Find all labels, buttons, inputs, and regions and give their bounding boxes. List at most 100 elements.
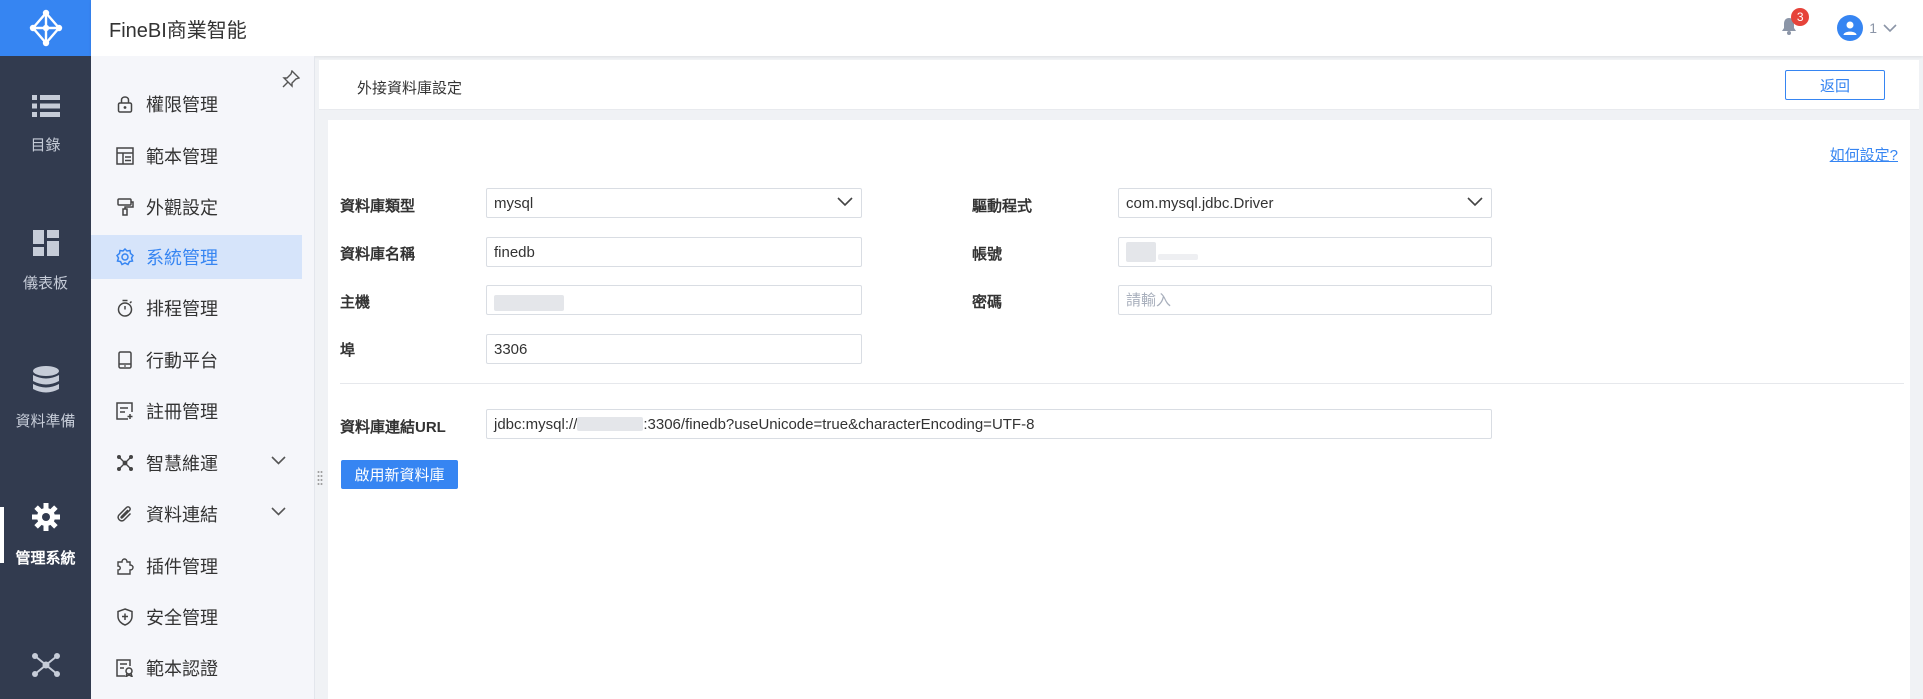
password-field[interactable] <box>1118 285 1492 315</box>
rail-item-label: 儀表板 <box>22 274 68 292</box>
sidebar-item-permissions[interactable]: 權限管理 <box>91 82 302 126</box>
sidebar-item-label: 安全管理 <box>146 608 218 628</box>
sidebar-item-label: 權限管理 <box>146 95 218 115</box>
redacted-value <box>1158 254 1198 260</box>
password-input[interactable] <box>1126 286 1491 314</box>
port-field[interactable] <box>486 334 862 364</box>
rail-item-label: 資料準備 <box>15 412 76 430</box>
left-rail: 目錄 儀表板 資料準備 管理系統 <box>0 0 91 699</box>
account-field[interactable] <box>1118 237 1492 267</box>
sidebar-item-security[interactable]: 安全管理 <box>91 595 302 639</box>
certify-icon <box>116 659 134 677</box>
chevron-down-icon[interactable] <box>271 507 286 516</box>
secondary-sidebar: 權限管理 範本管理 外觀設定 系統管理 排程管理 行動平台 註冊管理 智慧維運 … <box>91 56 315 699</box>
back-button[interactable]: 返回 <box>1785 70 1885 100</box>
db-name-input[interactable] <box>494 238 861 266</box>
account-label: 帳號 <box>972 246 1003 263</box>
port-label: 埠 <box>340 342 356 359</box>
notification-button[interactable]: 3 <box>1781 7 1810 40</box>
header-actions: 3 1 <box>1781 0 1897 56</box>
app-logo[interactable] <box>0 0 91 56</box>
sidebar-item-label: 範本認證 <box>146 659 218 679</box>
app-title: FineBI商業智能 <box>109 19 247 42</box>
db-type-value: mysql <box>494 194 534 212</box>
chevron-down-icon <box>837 197 853 207</box>
rail-item-catalog[interactable]: 目錄 <box>0 56 91 192</box>
chevron-down-icon[interactable] <box>1883 23 1897 33</box>
db-type-label: 資料庫類型 <box>340 198 416 215</box>
notification-badge: 3 <box>1791 7 1810 26</box>
sidebar-item-label: 註冊管理 <box>146 402 218 422</box>
rail-item-dashboard[interactable]: 儀表板 <box>0 193 91 329</box>
rail-item-label: 管理系統 <box>15 549 76 567</box>
lock-icon <box>116 95 134 113</box>
user-name[interactable]: 1 <box>1869 20 1877 36</box>
puzzle-icon <box>116 557 134 575</box>
rail-item-data-prep[interactable]: 資料準備 <box>0 330 91 466</box>
sidebar-item-register[interactable]: 註冊管理 <box>91 389 302 433</box>
sidebar-item-label: 排程管理 <box>146 299 218 319</box>
host-field[interactable] <box>486 285 862 315</box>
enable-new-db-button[interactable]: 啟用新資料庫 <box>341 460 458 489</box>
user-icon <box>1843 21 1857 35</box>
sidebar-item-label: 資料連結 <box>146 505 218 525</box>
sidebar-item-templates[interactable]: 範本管理 <box>91 134 302 178</box>
paperclip-icon <box>116 505 134 523</box>
redacted-value <box>577 417 644 431</box>
sidebar-item-system[interactable]: 系統管理 <box>91 235 302 279</box>
brush-icon <box>116 198 134 216</box>
sidebar-item-appearance[interactable]: 外觀設定 <box>91 185 302 229</box>
db-settings-panel: 如何設定? 資料庫類型 mysql 驅動程式 com.mysql.jdbc.Dr… <box>328 120 1910 699</box>
db-url-field[interactable]: jdbc:mysql:// :3306/finedb?useUnicode=tr… <box>486 409 1492 439</box>
sidebar-item-mobile[interactable]: 行動平台 <box>91 338 302 382</box>
db-name-label: 資料庫名稱 <box>340 246 416 263</box>
sidebar-item-label: 行動平台 <box>146 351 218 371</box>
network-icon <box>31 653 60 677</box>
sidebar-item-plugins[interactable]: 插件管理 <box>91 544 302 588</box>
sidebar-item-smart-ops[interactable]: 智慧維運 <box>91 441 302 485</box>
logo-icon <box>29 9 62 47</box>
mobile-icon <box>116 351 134 369</box>
rail-item-admin[interactable]: 管理系統 <box>0 467 91 603</box>
gear-icon <box>31 502 60 531</box>
gear-icon <box>116 248 134 266</box>
how-to-configure-link[interactable]: 如何設定? <box>1830 144 1898 165</box>
list-icon <box>31 94 60 117</box>
sidebar-item-label: 範本管理 <box>146 147 218 167</box>
timer-icon <box>116 299 134 317</box>
sidebar-item-label: 插件管理 <box>146 557 218 577</box>
rail-item-label: 目錄 <box>30 136 61 154</box>
chevron-down-icon <box>1467 197 1483 207</box>
sidebar-item-template-certification[interactable]: 範本認證 <box>91 646 302 690</box>
sidebar-item-label: 外觀設定 <box>146 198 218 218</box>
divider <box>340 383 1904 384</box>
driver-select[interactable]: com.mysql.jdbc.Driver <box>1118 188 1492 218</box>
db-url-suffix: :3306/finedb?useUnicode=true&characterEn… <box>643 415 1035 433</box>
db-url-label: 資料庫連結URL <box>340 419 446 436</box>
sidebar-item-data-connection[interactable]: 資料連結 <box>91 492 302 536</box>
shield-icon <box>116 608 134 626</box>
avatar[interactable] <box>1837 15 1864 41</box>
driver-value: com.mysql.jdbc.Driver <box>1126 194 1274 212</box>
port-input[interactable] <box>494 335 861 363</box>
password-label: 密碼 <box>972 294 1003 311</box>
db-url-prefix: jdbc:mysql:// <box>494 415 578 433</box>
host-label: 主機 <box>340 294 371 311</box>
rail-item-network[interactable] <box>0 604 91 699</box>
sidebar-item-schedule[interactable]: 排程管理 <box>91 286 302 330</box>
redacted-value <box>1126 242 1156 262</box>
sidebar-item-label: 系統管理 <box>146 248 218 268</box>
driver-label: 驅動程式 <box>972 198 1033 215</box>
db-type-select[interactable]: mysql <box>486 188 862 218</box>
chevron-down-icon[interactable] <box>271 456 286 465</box>
db-name-field[interactable] <box>486 237 862 267</box>
register-icon <box>116 402 134 420</box>
resize-handle-icon[interactable] <box>317 470 323 486</box>
redacted-value <box>494 295 564 311</box>
dashboard-icon <box>32 229 59 256</box>
database-icon <box>32 365 59 392</box>
top-header: FineBI商業智能 3 1 <box>91 0 1923 56</box>
content-header: 外接資料庫設定 返回 <box>319 60 1919 110</box>
page-title: 外接資料庫設定 <box>357 80 463 97</box>
sidebar-item-label: 智慧維運 <box>146 454 218 474</box>
